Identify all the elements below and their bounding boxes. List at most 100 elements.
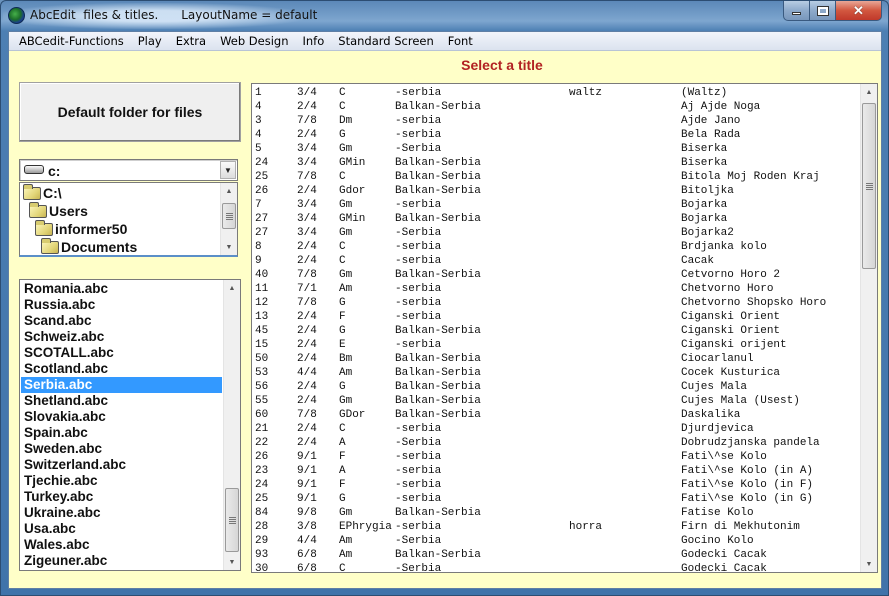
key-cell: GMin (339, 157, 366, 169)
directory-item[interactable]: Documents (41, 237, 137, 255)
title-row[interactable]: 4 2/4 C Balkan-Serbia Aj Ajde Noga (255, 100, 855, 114)
file-list[interactable]: Romania.abc Russia.abc Scand.abc Schweiz.ab… (19, 279, 241, 571)
file-list-item[interactable]: Switzerland.abc (21, 457, 222, 473)
file-list-item[interactable]: Turkey.abc (21, 489, 222, 505)
scroll-up-icon[interactable]: ▲ (221, 183, 237, 199)
minimize-button[interactable] (783, 1, 810, 21)
tune-number-cell: 24 (255, 479, 269, 491)
scroll-down-icon[interactable]: ▼ (861, 556, 877, 572)
titles-list[interactable]: 1 3/4 C -serbia waltz (Waltz) 4 2/4 C Balkan-Serb… (251, 83, 878, 573)
title-row[interactable]: 29 4/4 Am -Serbia Gocino Kolo (255, 534, 855, 548)
scroll-down-icon[interactable]: ▼ (221, 239, 237, 255)
title-row[interactable]: 30 6/8 C -Serbia Godecki Cacak (255, 562, 855, 572)
menu-extra[interactable]: Extra (169, 32, 213, 51)
file-list-item[interactable]: Spain.abc (21, 425, 222, 441)
title-row[interactable]: 25 7/8 C Balkan-Serbia Bitola Moj Roden Kraj (255, 170, 855, 184)
title-row[interactable]: 22 2/4 A -Serbia Dobrudzjanska pandela (255, 436, 855, 450)
title-row[interactable]: 45 2/4 G Balkan-Serbia Ciganski Orient (255, 324, 855, 338)
close-button[interactable]: ✕ (836, 1, 882, 21)
file-list-item[interactable]: Usa.abc (21, 521, 222, 537)
title-row[interactable]: 15 2/4 E -serbia Ciganski orijent (255, 338, 855, 352)
menu-font[interactable]: Font (441, 32, 480, 51)
menu-play[interactable]: Play (131, 32, 169, 51)
file-list-item[interactable]: Schweiz.abc (21, 329, 222, 345)
title-row[interactable]: 12 7/8 G -serbia Chetvorno Shopsko Horo (255, 296, 855, 310)
file-list-item[interactable]: Zigeuner.abc (21, 553, 222, 569)
file-list-item[interactable]: SCOTALL.abc (21, 345, 222, 361)
meter-cell: 7/8 (297, 297, 317, 309)
file-list-item[interactable]: Serbia.abc (21, 377, 222, 393)
meter-cell: 9/1 (297, 493, 317, 505)
key-cell: Am (339, 367, 353, 379)
drive-select[interactable]: c: ▼ (19, 159, 238, 181)
title-row[interactable]: 24 3/4 GMin Balkan-Serbia Biserka (255, 156, 855, 170)
minimize-icon (792, 11, 801, 15)
rhythm-cell: waltz (569, 87, 603, 99)
title-row[interactable]: 25 9/1 G -serbia Fati\^se Kolo (in G) (255, 492, 855, 506)
title-row[interactable]: 40 7/8 Gm Balkan-Serbia Cetvorno Horo 2 (255, 268, 855, 282)
menu-web-design[interactable]: Web Design (213, 32, 295, 51)
file-list-item[interactable]: Sweden.abc (21, 441, 222, 457)
title-row[interactable]: 55 2/4 Gm Balkan-Serbia Cujes Mala (Usest) (255, 394, 855, 408)
key-cell: G (339, 325, 346, 337)
title-row[interactable]: 26 9/1 F -serbia Fati\^se Kolo (255, 450, 855, 464)
tune-number-cell: 25 (255, 171, 269, 183)
file-list-scrollbar[interactable]: ▲ ▼ (223, 280, 240, 570)
title-row[interactable]: 27 3/4 Gm -Serbia Bojarka2 (255, 226, 855, 240)
default-folder-button[interactable]: Default folder for files (19, 82, 241, 142)
title-row[interactable]: 50 2/4 Bm Balkan-Serbia Ciocarlanul (255, 352, 855, 366)
chevron-down-icon[interactable]: ▼ (220, 161, 236, 179)
title-row[interactable]: 9 2/4 C -serbia Cacak (255, 254, 855, 268)
file-list-item[interactable]: Scand.abc (21, 313, 222, 329)
directory-item[interactable]: C:\ (23, 183, 62, 202)
scroll-thumb[interactable] (225, 488, 239, 552)
title-row[interactable]: 1 3/4 C -serbia waltz (Waltz) (255, 86, 855, 100)
title-row[interactable]: 23 9/1 A -serbia Fati\^se Kolo (in A) (255, 464, 855, 478)
title-row[interactable]: 24 9/1 F -serbia Fati\^se Kolo (in F) (255, 478, 855, 492)
file-list-item[interactable]: Ukraine.abc (21, 505, 222, 521)
file-list-item[interactable]: Slovakia.abc (21, 409, 222, 425)
titles-scrollbar[interactable]: ▲ ▼ (860, 84, 877, 572)
title-row[interactable]: 8 2/4 C -serbia Brdjanka kolo (255, 240, 855, 254)
menu-abcedit-functions[interactable]: ABCedit-Functions (9, 32, 131, 51)
tune-title-cell: Godecki Cacak (681, 549, 767, 561)
title-row[interactable]: 11 7/1 Am -serbia Chetvorno Horo (255, 282, 855, 296)
title-row[interactable]: 7 3/4 Gm -serbia Bojarka (255, 198, 855, 212)
meter-cell: 4/4 (297, 535, 317, 547)
scroll-down-icon[interactable]: ▼ (224, 554, 240, 570)
file-list-item[interactable]: Scotland.abc (21, 361, 222, 377)
title-row[interactable]: 53 4/4 Am Balkan-Serbia Cocek Kusturica (255, 366, 855, 380)
scroll-thumb[interactable] (222, 203, 236, 229)
directory-item[interactable]: informer50 (35, 219, 127, 238)
title-row[interactable]: 27 3/4 GMin Balkan-Serbia Bojarka (255, 212, 855, 226)
scroll-thumb[interactable] (862, 103, 876, 269)
title-row[interactable]: 21 2/4 C -serbia Djurdjevica (255, 422, 855, 436)
file-list-item[interactable]: Romania.abc (21, 281, 222, 297)
title-row[interactable]: 56 2/4 G Balkan-Serbia Cujes Mala (255, 380, 855, 394)
maximize-button[interactable] (810, 1, 836, 21)
title-row[interactable]: 60 7/8 GDor Balkan-Serbia Daskalika (255, 408, 855, 422)
meter-cell: 6/8 (297, 549, 317, 561)
scroll-up-icon[interactable]: ▲ (224, 280, 240, 296)
menu-info[interactable]: Info (296, 32, 332, 51)
title-row[interactable]: 26 2/4 Gdor Balkan-Serbia Bitoljka (255, 184, 855, 198)
file-list-item[interactable]: Shetland.abc (21, 393, 222, 409)
file-list-item[interactable]: Russia.abc (21, 297, 222, 313)
title-bar[interactable]: AbcEdit files & titles. LayoutName = def… (1, 1, 888, 31)
directory-item[interactable]: Users (29, 201, 88, 220)
title-row[interactable]: 4 2/4 G -serbia Bela Rada (255, 128, 855, 142)
menu-standard-screen[interactable]: Standard Screen (331, 32, 441, 51)
scroll-up-icon[interactable]: ▲ (861, 84, 877, 100)
title-row[interactable]: 5 3/4 Gm -Serbia Biserka (255, 142, 855, 156)
title-row[interactable]: 84 9/8 Gm Balkan-Serbia Fatise Kolo (255, 506, 855, 520)
directory-scrollbar[interactable]: ▲ ▼ (220, 183, 237, 255)
title-row[interactable]: 3 7/8 Dm -serbia Ajde Jano (255, 114, 855, 128)
title-row[interactable]: 93 6/8 Am Balkan-Serbia Godecki Cacak (255, 548, 855, 562)
file-list-item[interactable]: Tjechie.abc (21, 473, 222, 489)
file-list-item[interactable]: Wales.abc (21, 537, 222, 553)
title-row[interactable]: 28 3/8 EPhrygia -serbia horra Firn di Mekhuto… (255, 520, 855, 534)
meter-cell: 9/1 (297, 465, 317, 477)
title-row[interactable]: 13 2/4 F -serbia Ciganski Orient (255, 310, 855, 324)
meter-cell: 3/4 (297, 213, 317, 225)
directory-list[interactable]: C:\ Users informer50 Documents ▲ ▼ (19, 182, 238, 257)
